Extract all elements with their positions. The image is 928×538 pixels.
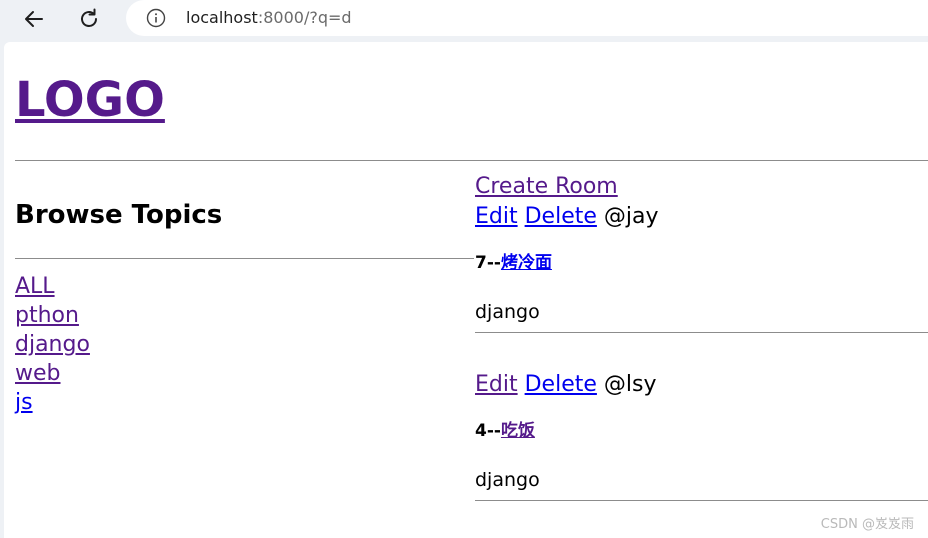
room-card: Edit Delete @lsy 4--吃饭 django [475, 370, 928, 501]
topic-item: django [15, 330, 90, 359]
topic-item: web [15, 359, 90, 388]
url-host: localhost [186, 8, 258, 27]
url-text[interactable]: localhost:8000/?q=d [186, 8, 352, 27]
topic-link-web[interactable]: web [15, 361, 61, 386]
room-topic: django [475, 469, 540, 491]
sidebar-divider [15, 258, 474, 259]
room-host: @jay [603, 204, 659, 229]
topic-item: pthon [15, 301, 90, 330]
room-edit-link[interactable]: Edit [475, 204, 518, 229]
room-title: 4--吃饭 [475, 416, 928, 441]
info-icon[interactable] [146, 8, 166, 28]
room-edit-link[interactable]: Edit [475, 372, 518, 397]
room-topic: django [475, 301, 540, 323]
topic-link-all[interactable]: ALL [15, 274, 55, 299]
header-divider [15, 160, 928, 161]
reload-icon [81, 8, 97, 27]
address-bar[interactable]: localhost:8000/?q=d [126, 0, 928, 36]
room-id: 4-- [475, 421, 501, 441]
topic-item: ALL [15, 272, 90, 301]
room-actions: Edit Delete @lsy [475, 370, 928, 400]
topic-link-django[interactable]: django [15, 332, 90, 357]
room-actions: Edit Delete @jay [475, 202, 928, 232]
page-viewport: LOGO Browse Topics ALL pthon django web … [4, 42, 928, 538]
back-button[interactable] [18, 4, 50, 34]
reload-button[interactable] [73, 4, 105, 34]
url-path: :8000/?q=d [257, 8, 352, 27]
browser-toolbar: localhost:8000/?q=d [0, 0, 928, 40]
topic-link-js[interactable]: js [15, 390, 33, 415]
room-divider [475, 500, 928, 501]
room-delete-link[interactable]: Delete [525, 204, 597, 229]
topic-list: ALL pthon django web js [15, 272, 90, 417]
watermark: CSDN @岌岌雨 [820, 517, 914, 532]
room-host: @lsy [603, 372, 657, 397]
browse-topics-heading: Browse Topics [15, 200, 223, 230]
page: LOGO Browse Topics ALL pthon django web … [4, 42, 928, 538]
room-id: 7-- [475, 253, 501, 273]
back-arrow-icon [25, 11, 43, 27]
room-divider [475, 332, 928, 333]
room-title: 7--烤冷面 [475, 248, 928, 273]
room-delete-link[interactable]: Delete [525, 372, 597, 397]
topic-item: js [15, 388, 90, 417]
room-name-link[interactable]: 吃饭 [501, 421, 535, 441]
topic-link-pthon[interactable]: pthon [15, 303, 79, 328]
create-room-link[interactable]: Create Room [475, 174, 618, 199]
room-card: Edit Delete @jay 7--烤冷面 django [475, 202, 928, 333]
room-name-link[interactable]: 烤冷面 [501, 253, 552, 273]
logo-link[interactable]: LOGO [15, 72, 165, 128]
